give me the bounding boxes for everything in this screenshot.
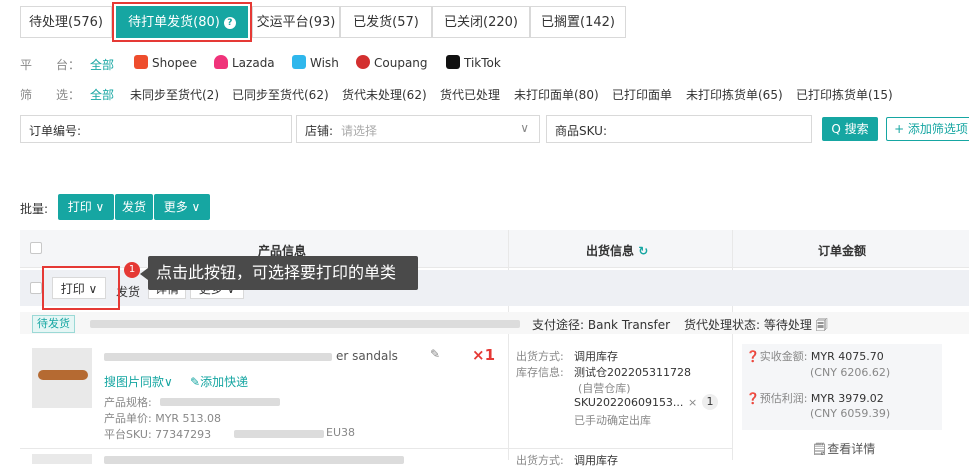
stock-self: (自营仓库)	[578, 382, 631, 395]
store-placeholder: 请选择	[341, 124, 378, 138]
refresh-icon[interactable]: ↻	[638, 244, 648, 258]
platform-label: 平 台：	[20, 58, 81, 72]
tiktok-icon	[446, 55, 460, 69]
received-cny: (CNY 6206.62)	[810, 366, 891, 379]
product-spec-label: 产品规格:	[104, 396, 152, 409]
payment-method: 支付途径: Bank Transfer	[532, 318, 671, 332]
next-ship-method-label: 出货方式:	[516, 454, 564, 467]
stock-confirm: 已手动确定出库	[574, 414, 651, 427]
col-shipping-header: 出货信息 ↻	[586, 244, 649, 258]
col-divider	[732, 230, 733, 460]
shopee-icon	[134, 55, 148, 69]
profit-cny: (CNY 6059.39)	[810, 407, 891, 420]
stock-sku-qty: 1	[702, 394, 718, 410]
detail-icon: 🗒	[812, 442, 828, 456]
tab-shipped[interactable]: 已发货(57)	[340, 6, 432, 38]
blurred-next-title	[104, 456, 404, 464]
help-icon: ❓	[746, 350, 760, 363]
product-unit-price: 产品单价: MYR 513.08	[104, 412, 222, 425]
platform-sku-suffix: EU38	[326, 426, 355, 439]
received-amount-row: ❓实收金额: MYR 4075.70	[746, 350, 884, 363]
platform-sku: 平台SKU: 77347293	[104, 428, 212, 441]
edit-icon[interactable]: ✎	[430, 347, 440, 361]
sku-input[interactable]: 商品SKU:	[546, 115, 812, 143]
product-image-next[interactable]	[32, 454, 92, 464]
agent-status: 货代处理状态: 等待处理 🗐	[684, 318, 828, 332]
edit-icon: ✎	[190, 375, 201, 389]
next-ship-method: 调用库存	[574, 454, 618, 467]
col-divider	[508, 230, 509, 460]
tab-closed[interactable]: 已关闭(220)	[432, 6, 530, 38]
platform-shopee[interactable]: Shopee	[134, 55, 197, 70]
coupang-icon	[356, 55, 370, 69]
add-filter-button[interactable]: + 添加筛选项	[886, 117, 969, 141]
add-quick-link[interactable]: ✎添加快递	[190, 373, 248, 390]
row-divider	[20, 448, 732, 449]
highlight-box-print	[42, 266, 120, 310]
order-number-label: 订单编号:	[29, 124, 82, 138]
platform-lazada[interactable]: Lazada	[214, 55, 275, 70]
platform-all[interactable]: 全部	[90, 56, 114, 73]
platform-wish[interactable]: Wish	[292, 55, 339, 70]
order-number-input[interactable]: 订单编号:	[20, 115, 292, 143]
blurred-sku	[234, 430, 324, 438]
stock-warehouse: 测试仓202205311728	[574, 366, 691, 379]
wish-icon	[292, 55, 306, 69]
screen-agent-unprocessed[interactable]: 货代未处理(62)	[342, 86, 427, 103]
store-label: 店铺:	[305, 124, 334, 138]
quantity: ×1	[472, 346, 496, 364]
stock-sku: SKU20220609153...	[574, 396, 684, 409]
screen-label: 筛 选：	[20, 88, 81, 102]
stock-label: 库存信息:	[516, 366, 564, 379]
screen-synced[interactable]: 已同步至货代(62)	[232, 86, 329, 103]
screen-printed-picklist[interactable]: 已打印拣货单(15)	[796, 86, 893, 103]
batch-label: 批量:	[20, 202, 49, 216]
col-amount-header: 订单金额	[818, 244, 867, 258]
blurred-spec	[160, 398, 280, 406]
search-button[interactable]: Q 搜索	[822, 117, 878, 141]
screen-all[interactable]: 全部	[90, 86, 114, 103]
step-badge: 1	[124, 262, 140, 278]
tooltip-hint: 点击此按钮，可选择要打印的单类	[140, 256, 418, 290]
sku-label: 商品SKU:	[555, 124, 607, 138]
screen-printed-label[interactable]: 已打印面单	[612, 86, 672, 103]
blurred-order-info	[90, 320, 520, 328]
help-icon: ❓	[746, 392, 760, 405]
product-title[interactable]: er sandals	[336, 349, 398, 363]
screen-unprinted-label[interactable]: 未打印面单(80)	[514, 86, 599, 103]
ship-method: 调用库存	[574, 350, 618, 363]
row-checkbox[interactable]	[30, 282, 42, 294]
lazada-icon	[214, 55, 228, 69]
tab-shelved[interactable]: 已搁置(142)	[530, 6, 626, 38]
search-same-link[interactable]: 搜图片同款∨	[104, 373, 173, 390]
select-all-checkbox[interactable]	[30, 242, 42, 254]
tab-handover-platform[interactable]: 交运平台(93)	[252, 6, 340, 38]
ship-method-label: 出货方式:	[516, 350, 564, 363]
batch-print-button[interactable]: 打印 ∨	[58, 194, 114, 220]
screen-agent-processed[interactable]: 货代已处理	[440, 86, 500, 103]
platform-coupang[interactable]: Coupang	[356, 55, 428, 70]
tab-pending[interactable]: 待处理(576)	[20, 6, 112, 38]
screen-unprinted-picklist[interactable]: 未打印拣货单(65)	[686, 86, 783, 103]
profit-row: ❓预估利润: MYR 3979.02	[746, 392, 884, 405]
blurred-product-title	[104, 353, 332, 361]
highlight-box-tab	[112, 2, 252, 42]
chevron-down-icon: ∨	[520, 121, 529, 135]
batch-more-button[interactable]: 更多 ∨	[154, 194, 210, 220]
batch-ship-button[interactable]: 发货	[115, 194, 153, 220]
platform-tiktok[interactable]: TikTok	[446, 55, 501, 70]
sandal-icon	[38, 370, 88, 380]
screen-unsynced[interactable]: 未同步至货代(2)	[130, 86, 219, 103]
store-select[interactable]: 店铺: 请选择 ∨	[296, 115, 540, 143]
note-icon[interactable]: 🗐	[816, 318, 828, 332]
view-detail-link[interactable]: 🗒查看详情	[812, 440, 875, 457]
status-badge: 待发货	[32, 315, 75, 333]
close-icon[interactable]: ×	[688, 396, 697, 409]
